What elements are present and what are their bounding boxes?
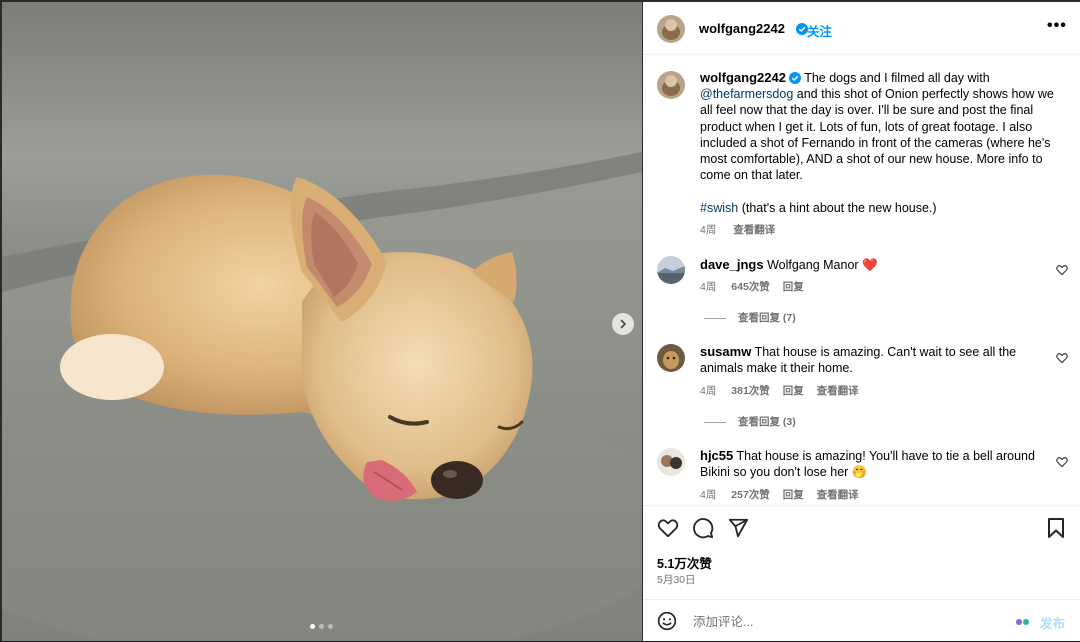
comment-likes[interactable]: 645次赞 xyxy=(731,281,770,293)
comment-time: 4周 xyxy=(700,385,717,397)
like-comment-heart-icon[interactable] xyxy=(1056,456,1068,468)
next-photo-button[interactable] xyxy=(612,313,634,335)
replies-divider xyxy=(704,421,726,423)
caption: wolfgang2242 The dogs and I filmed all d… xyxy=(700,70,1060,183)
like-heart-icon[interactable] xyxy=(657,518,679,538)
comment-likes[interactable]: 257次赞 xyxy=(731,489,770,501)
comment-reply-button[interactable]: 回复 xyxy=(783,385,804,397)
post-photo[interactable] xyxy=(2,2,642,641)
comment-username[interactable]: hjc55 xyxy=(700,448,733,463)
comment-time: 4周 xyxy=(700,281,717,293)
avatar-image xyxy=(657,344,685,372)
comment-bubble-icon[interactable] xyxy=(692,517,714,539)
grammarly-dots-icon xyxy=(1016,619,1029,625)
caption-hashtag-line: #swish (that's a hint about the new hous… xyxy=(700,200,1060,216)
avatar-image xyxy=(657,15,685,43)
replies-divider xyxy=(704,317,726,319)
caption-text-part2: and this shot of Onion perfectly shows h… xyxy=(700,87,1054,183)
emoji-picker-icon[interactable] xyxy=(657,611,677,631)
post-comment-button[interactable]: 发布 xyxy=(1040,613,1065,632)
comment-translate-link[interactable]: 查看翻译 xyxy=(817,489,859,501)
more-options-icon[interactable]: ••• xyxy=(1047,17,1067,35)
comment-3-meta: 4周 257次赞 回复 查看翻译 xyxy=(700,487,859,502)
comment-time: 4周 xyxy=(700,489,717,501)
like-count[interactable]: 5.1万次赞 xyxy=(657,553,712,572)
comment-likes[interactable]: 381次赞 xyxy=(731,385,770,397)
caption-translate-link[interactable]: 查看翻译 xyxy=(733,224,775,236)
comment-1-meta: 4周 645次赞 回复 xyxy=(700,279,804,294)
carousel-dot-2 xyxy=(319,624,324,629)
comment-composer: 发布 xyxy=(643,599,1080,642)
hashtag-link[interactable]: #swish xyxy=(700,201,738,215)
carousel-dot-1 xyxy=(310,624,315,629)
post-date: 5月30日 xyxy=(657,574,696,586)
author-username[interactable]: wolfgang2242 xyxy=(699,21,785,36)
comment-avatar-susamw[interactable] xyxy=(657,344,685,372)
post-header: wolfgang2242 关注 ••• xyxy=(643,2,1080,55)
author-avatar[interactable] xyxy=(657,15,685,43)
comment-avatar-dave[interactable] xyxy=(657,256,685,284)
comment-reply-button[interactable]: 回复 xyxy=(783,489,804,501)
actions-divider xyxy=(643,505,1080,506)
view-replies-label: 查看回复 (7) xyxy=(738,312,796,324)
caption-text-part1: The dogs and I filmed all day with xyxy=(804,71,990,85)
comment-username[interactable]: susamw xyxy=(700,344,751,359)
caption-username[interactable]: wolfgang2242 xyxy=(700,70,786,85)
comment-reply-button[interactable]: 回复 xyxy=(783,281,804,293)
emoji: 🤭 xyxy=(851,465,868,480)
comment-input[interactable] xyxy=(691,614,995,630)
avatar-image xyxy=(657,448,685,476)
comment-3: hjc55 That house is amazing! You'll have… xyxy=(700,448,1045,480)
view-replies-label: 查看回复 (3) xyxy=(738,416,796,428)
share-paper-plane-icon[interactable] xyxy=(727,517,749,539)
view-replies-2[interactable]: 查看回复 (3) xyxy=(704,414,796,429)
view-replies-1[interactable]: 查看回复 (7) xyxy=(704,310,796,325)
post-modal: wolfgang2242 关注 ••• wolfgang2242 The dog… xyxy=(0,0,1080,641)
follow-button[interactable]: 关注 xyxy=(807,21,832,40)
hashtag-note: (that's a hint about the new house.) xyxy=(741,201,937,215)
heart-emoji: ❤️ xyxy=(862,258,878,272)
comment-username[interactable]: dave_jngs xyxy=(700,257,764,272)
comment-1: dave_jngs Wolfgang Manor ❤️ xyxy=(700,257,1040,273)
caption-time: 4周 xyxy=(700,224,717,236)
verified-badge-icon xyxy=(788,72,801,84)
avatar-image xyxy=(657,256,685,284)
chihuahua-photo xyxy=(2,2,642,641)
comment-text: That house is amazing! You'll have to ti… xyxy=(700,449,1035,480)
comment-translate-link[interactable]: 查看翻译 xyxy=(817,385,859,397)
comment-2: susamw That house is amazing. Can't wait… xyxy=(700,344,1045,376)
mention-link[interactable]: @thefarmersdog xyxy=(700,87,793,101)
carousel-dots xyxy=(310,624,333,629)
carousel-dot-3 xyxy=(328,624,333,629)
chevron-right-icon xyxy=(620,319,627,329)
avatar-image xyxy=(657,71,685,99)
comment-text: Wolfgang Manor xyxy=(767,258,859,272)
like-comment-heart-icon[interactable] xyxy=(1056,264,1068,276)
caption-avatar[interactable] xyxy=(657,71,685,99)
caption-meta: 4周 查看翻译 xyxy=(700,222,775,237)
save-bookmark-icon[interactable] xyxy=(1047,517,1065,539)
comment-2-meta: 4周 381次赞 回复 查看翻译 xyxy=(700,383,859,398)
post-side-panel: wolfgang2242 关注 ••• wolfgang2242 The dog… xyxy=(643,2,1080,641)
comment-avatar-hjc55[interactable] xyxy=(657,448,685,476)
like-comment-heart-icon[interactable] xyxy=(1056,352,1068,364)
